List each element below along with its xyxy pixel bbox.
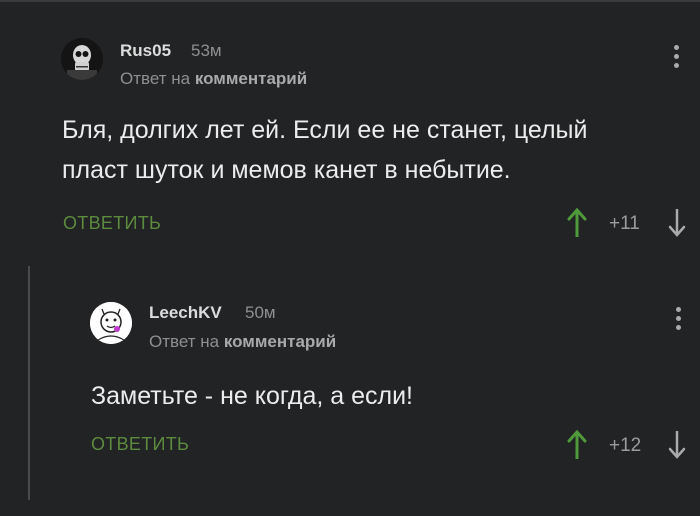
comment-author[interactable]: Rus05	[120, 41, 171, 61]
avatar[interactable]	[90, 302, 132, 344]
reply-button[interactable]: ОТВЕТИТЬ	[63, 213, 161, 234]
comment-text-line: Бля, долгих лет ей. Если ее не станет, ц…	[62, 116, 588, 144]
comment-text: Бля, долгих лет ей. Если ее не станет, ц…	[62, 110, 587, 190]
comment-text-line: пласт шуток и мемов канет в небытие.	[62, 156, 511, 184]
arrow-up-icon[interactable]	[566, 429, 588, 461]
arrow-down-icon[interactable]	[666, 429, 688, 461]
comment-age: 50м	[245, 303, 276, 322]
more-vert-icon[interactable]	[673, 307, 683, 337]
comment-text-line: Заметьте - не когда, а если!	[91, 382, 413, 410]
top-divider	[0, 0, 700, 2]
rating-count: +12	[609, 435, 642, 456]
comment-age: 53м	[191, 41, 222, 60]
reply-prefix: Ответ на	[149, 332, 220, 351]
cartoon-avatar-icon	[90, 302, 132, 344]
reply-button[interactable]: ОТВЕТИТЬ	[91, 434, 189, 455]
reply-target-link[interactable]: комментарий	[195, 69, 307, 88]
arrow-down-icon[interactable]	[666, 207, 688, 239]
avatar[interactable]	[61, 38, 103, 80]
reply-prefix: Ответ на	[120, 69, 191, 88]
reply-to-line: Ответ на комментарий	[149, 332, 336, 352]
reply-to-line: Ответ на комментарий	[120, 69, 307, 89]
comment-author[interactable]: LeechKV	[149, 303, 222, 323]
comment-text: Заметьте - не когда, а если!	[91, 376, 413, 416]
skull-avatar-icon	[61, 38, 103, 80]
thread-line[interactable]	[28, 266, 30, 500]
arrow-up-icon[interactable]	[566, 207, 588, 239]
reply-target-link[interactable]: комментарий	[224, 332, 336, 351]
rating-count: +11	[609, 213, 640, 234]
more-vert-icon[interactable]	[671, 45, 681, 75]
